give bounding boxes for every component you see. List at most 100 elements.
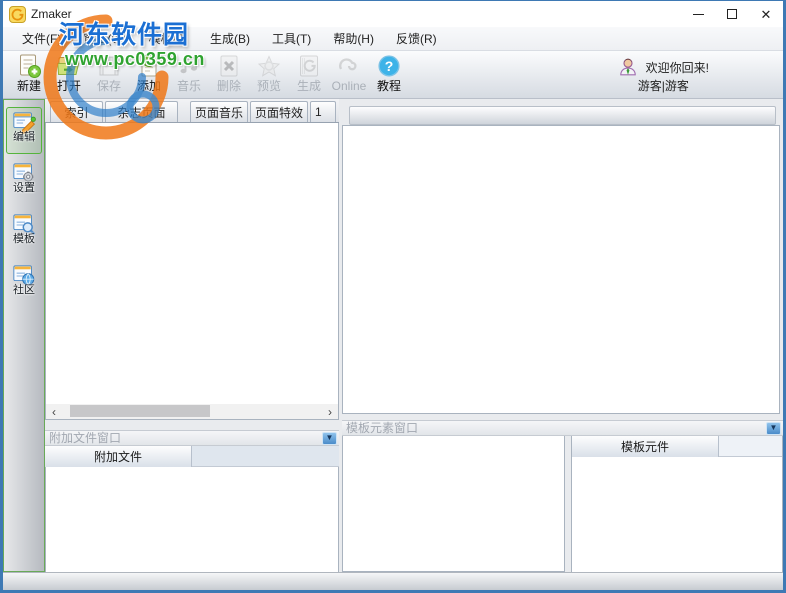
tab-magazine-pages[interactable]: 杂志页面 [105, 101, 178, 122]
sidebar-item-community[interactable]: 社区 [6, 260, 42, 307]
zmaker-window: Zmaker ✕ 文件(F) 窗口(W) 模板(Z) 生成(B) 工具(T) 帮… [0, 0, 786, 593]
user-status[interactable]: 游客|游客 [638, 77, 689, 94]
template-elements-list-area[interactable] [342, 436, 565, 572]
close-icon: ✕ [760, 6, 772, 22]
music-button-label: 音乐 [176, 79, 201, 93]
maximize-icon [727, 9, 737, 19]
save-button-label: 保存 [96, 79, 121, 93]
tab-attachments[interactable]: 附加文件 [45, 446, 192, 467]
menu-generate[interactable]: 生成(B) [199, 27, 261, 50]
horizontal-scrollbar[interactable]: ‹ › [45, 404, 339, 420]
right-panel-empty-tabbar [349, 106, 776, 125]
attachments-panel-header: 附加文件窗口 ▼ [45, 430, 339, 446]
chevron-down-icon: ▼ [325, 433, 334, 442]
menu-tools[interactable]: 工具(T) [261, 27, 322, 50]
tutorial-button[interactable]: ? 教程 [369, 53, 409, 97]
sidebar-item-label: 设置 [13, 182, 35, 194]
delete-button[interactable]: 删除 [209, 53, 249, 97]
music-note-icon [180, 55, 197, 74]
menu-window[interactable]: 窗口(W) [72, 27, 137, 50]
minimize-icon [692, 13, 704, 15]
maximize-button[interactable] [715, 1, 749, 27]
preview-button-label: 预览 [256, 79, 281, 93]
save-floppy-icon [99, 56, 119, 76]
generate-button-label: 生成 [296, 79, 321, 93]
window-title: Zmaker [31, 7, 72, 21]
online-button[interactable]: Online [329, 53, 369, 97]
add-page-icon [141, 54, 157, 77]
delete-button-label: 删除 [216, 79, 241, 93]
open-button-label: 打开 [56, 79, 81, 93]
sidebar-item-label: 社区 [13, 284, 35, 296]
add-button[interactable]: 添加 [129, 53, 169, 97]
attachments-tabstrip: 附加文件 [45, 446, 339, 467]
minimize-button[interactable] [681, 1, 715, 27]
right-panel: 模板元素窗口 ▼ 模板元件 [342, 99, 783, 572]
tab-index[interactable]: 索引 [50, 101, 103, 122]
sidebar-item-settings[interactable]: 设置 [6, 158, 42, 205]
sidebar-item-label: 编辑 [13, 131, 35, 143]
svg-text:?: ? [385, 58, 394, 74]
sidebar-item-edit[interactable]: 编辑 [6, 107, 42, 154]
template-elements-panel-title: 模板元素窗口 [346, 421, 419, 435]
menu-feedback[interactable]: 反馈(R) [385, 27, 448, 50]
new-button-label: 新建 [16, 79, 41, 93]
status-bar [3, 572, 783, 590]
template-elements-panel-header: 模板元素窗口 ▼ [342, 420, 783, 436]
scroll-left-button[interactable]: ‹ [46, 404, 62, 419]
scroll-right-button[interactable]: › [322, 404, 338, 419]
add-button-label: 添加 [136, 79, 161, 93]
tab-template-components[interactable]: 模板元件 [572, 436, 719, 457]
attachments-panel-title: 附加文件窗口 [49, 431, 122, 445]
menu-help[interactable]: 帮助(H) [322, 27, 385, 50]
left-panel-tabbar: 索引 杂志页面 页面音乐 页面特效 1 [45, 99, 339, 123]
sidebar-item-template[interactable]: 模板 [6, 209, 42, 256]
right-panel-top-gap [342, 99, 783, 106]
left-panel: 索引 杂志页面 页面音乐 页面特效 1 ‹ › 附加文件窗口 ▼ 附加文件 [45, 99, 339, 572]
open-folder-icon [57, 57, 80, 75]
tab-page-music[interactable]: 页面音乐 [190, 101, 248, 122]
generate-button[interactable]: 生成 [289, 53, 329, 97]
app-logo-icon [9, 5, 26, 23]
tutorial-button-label: 教程 [376, 79, 401, 93]
music-button[interactable]: 音乐 [169, 53, 209, 97]
template-components-tabstrip: 模板元件 [572, 436, 782, 457]
welcome-message: 欢迎你回来! [645, 60, 709, 75]
template-elements-bottom: 模板元件 [342, 436, 783, 572]
preview-button[interactable]: 预览 [249, 53, 289, 97]
online-spiral-icon [339, 58, 357, 71]
titlebar: Zmaker ✕ [3, 1, 783, 27]
attachments-collapse-button[interactable]: ▼ [322, 431, 337, 445]
main-area: 编辑 设置 模板 社区 索引 杂志页面 页面音乐 页面特效 1 ‹ › 附加文件… [3, 99, 783, 572]
toolbar: 新建 打开 保存 添加 音乐 删除 预览 生成 Online ? 教程 欢迎你回… [3, 51, 783, 99]
delete-icon [220, 55, 238, 77]
open-button[interactable]: 打开 [49, 53, 89, 97]
chevron-down-icon: ▼ [769, 423, 778, 432]
generate-icon [300, 55, 318, 77]
new-document-icon [20, 54, 41, 78]
tab-truncated[interactable]: 1 [310, 101, 336, 122]
attachments-content-area[interactable] [45, 467, 339, 572]
template-components-content-area[interactable] [572, 457, 782, 572]
tab-page-effects[interactable]: 页面特效 [250, 101, 308, 122]
scrollbar-track[interactable] [62, 404, 322, 419]
tutorial-help-icon: ? [378, 55, 400, 77]
new-button[interactable]: 新建 [9, 53, 49, 97]
template-elements-collapse-button[interactable]: ▼ [766, 421, 781, 435]
sidebar-item-label: 模板 [13, 233, 35, 245]
page-list-area[interactable] [45, 123, 339, 404]
online-button-label: Online [331, 79, 367, 93]
menu-template[interactable]: 模板(Z) [138, 27, 199, 50]
save-button[interactable]: 保存 [89, 53, 129, 97]
sidebar: 编辑 设置 模板 社区 [3, 99, 45, 572]
preview-star-icon [257, 55, 281, 77]
panel-columns: 索引 杂志页面 页面音乐 页面特效 1 ‹ › 附加文件窗口 ▼ 附加文件 模板… [45, 99, 783, 572]
menu-file[interactable]: 文件(F) [11, 27, 72, 50]
menubar: 文件(F) 窗口(W) 模板(Z) 生成(B) 工具(T) 帮助(H) 反馈(R… [3, 27, 783, 51]
welcome-area: 欢迎你回来! 游客|游客 [618, 57, 709, 94]
scrollbar-thumb[interactable] [70, 405, 210, 417]
close-button[interactable]: ✕ [749, 1, 783, 27]
user-avatar-icon [619, 58, 636, 76]
panel-gap [45, 420, 339, 430]
editor-canvas-area[interactable] [342, 125, 780, 414]
